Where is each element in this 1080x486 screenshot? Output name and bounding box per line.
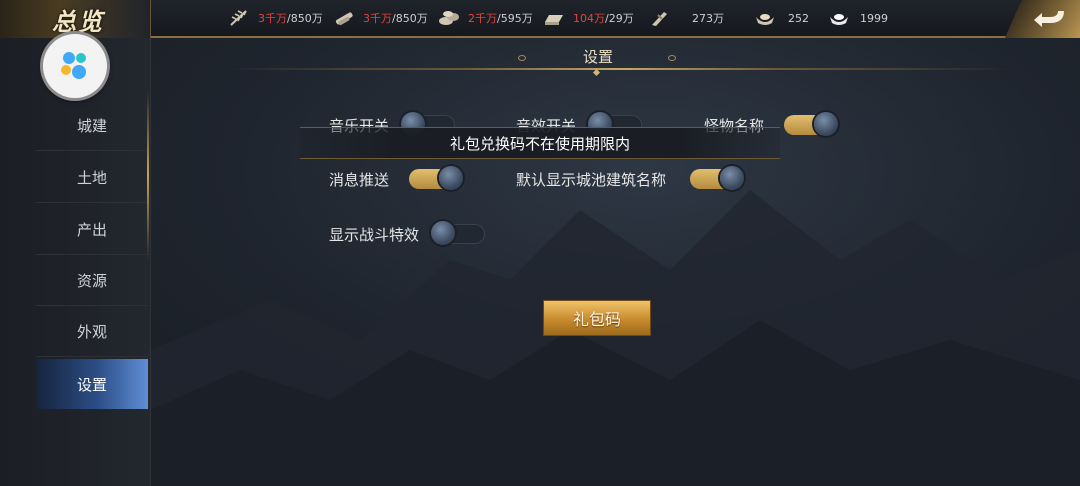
setting-push-label: 消息推送 [329, 170, 390, 189]
resource-iron[interactable]: 104万/29万 [543, 7, 634, 29]
battle-effect-toggle[interactable] [431, 221, 486, 245]
title-ornament-left [518, 55, 526, 61]
setting-battle-effect: 显示战斗特效 [329, 220, 486, 248]
sidebar-item-appearance[interactable]: 外观 [36, 307, 148, 357]
resource-gold[interactable]: 252 [754, 7, 809, 29]
toggle-knob [720, 166, 745, 190]
stone-icon [439, 11, 459, 25]
setting-push: 消息推送 [329, 165, 464, 193]
app-logo-icon [61, 52, 86, 79]
resource-stone[interactable]: 2千万/595万 [438, 7, 533, 29]
sidebar-glow-divider [147, 90, 149, 260]
title-ornament-diamond [592, 68, 601, 77]
resource-silver[interactable]: 1999 [828, 7, 888, 29]
wood-icon [335, 12, 353, 25]
back-arrow-icon [1034, 11, 1064, 27]
avatar[interactable] [43, 34, 107, 98]
building-name-toggle[interactable] [690, 166, 745, 190]
gift-code-button[interactable]: 礼包码 [543, 300, 651, 336]
silver-ingot-icon [830, 14, 848, 25]
title-plate: 总览 [0, 0, 151, 38]
page-title: 总览 [52, 7, 104, 36]
copper-coin-icon [652, 12, 667, 26]
grain-icon [230, 10, 247, 26]
sidebar-item-output[interactable]: 产出 [36, 205, 148, 255]
push-toggle[interactable] [409, 166, 464, 190]
toggle-knob [814, 112, 839, 136]
back-button[interactable] [1005, 0, 1080, 38]
monster-name-toggle[interactable] [784, 112, 839, 136]
toggle-knob [439, 166, 464, 190]
game-screen: 总览 3千万/850万 3千万/850万 2千万/595万 104万/29万 2… [0, 0, 1080, 486]
sidebar-item-resources[interactable]: 资源 [36, 256, 148, 306]
sidebar-item-land[interactable]: 土地 [36, 153, 148, 203]
sidebar: 城建 土地 产出 资源 外观 设置 [0, 38, 151, 486]
setting-building-name-label: 默认显示城池建筑名称 [516, 170, 667, 189]
resource-grain[interactable]: 3千万/850万 [228, 7, 323, 29]
toast-message: 礼包兑换码不在使用期限内 [300, 127, 780, 159]
settings-title: 设置 [582, 48, 613, 66]
toggle-knob [431, 221, 456, 245]
top-resource-bar: 总览 3千万/850万 3千万/850万 2千万/595万 104万/29万 2… [0, 0, 1080, 38]
setting-battle-effect-label: 显示战斗特效 [329, 225, 420, 244]
setting-building-name: 默认显示城池建筑名称 [516, 165, 745, 193]
panel-title-divider [230, 68, 1010, 70]
resource-wood[interactable]: 3千万/850万 [333, 7, 428, 29]
title-ornament-right [668, 55, 676, 61]
sidebar-item-settings[interactable]: 设置 [36, 359, 148, 409]
resource-copper[interactable]: 273万 [648, 7, 724, 29]
gold-ingot-icon [756, 14, 774, 25]
sidebar-item-city-build[interactable]: 城建 [36, 101, 148, 151]
iron-icon [545, 15, 563, 25]
